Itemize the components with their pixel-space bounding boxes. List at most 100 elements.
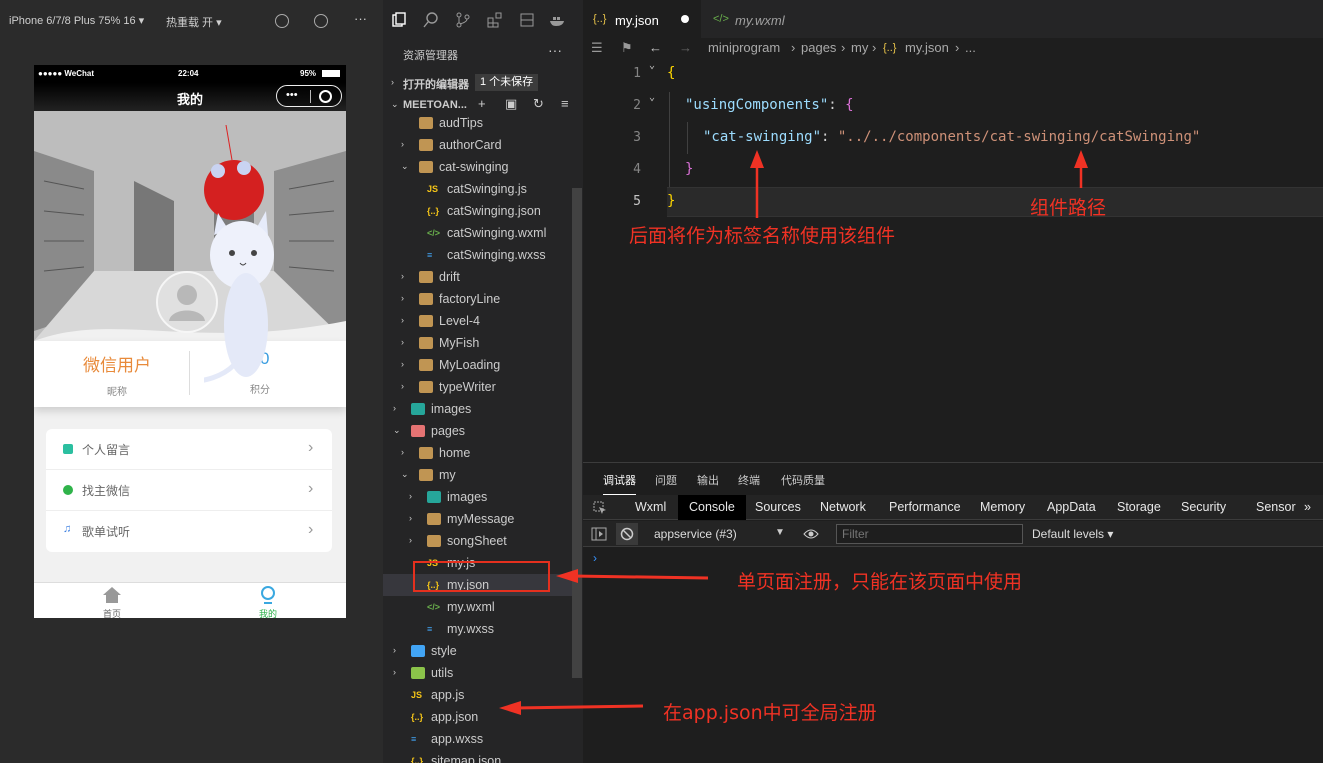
fold-chevron-icon[interactable]: ⌄ xyxy=(649,60,655,71)
tree-item[interactable]: › Level-4 xyxy=(383,310,573,332)
tree-item[interactable]: ⌄ pages xyxy=(383,420,573,442)
tab-mine[interactable]: 我的 xyxy=(190,583,346,618)
chevron-right-icon[interactable]: › xyxy=(401,337,404,347)
fold-chevron-icon[interactable]: ⌄ xyxy=(649,92,655,103)
log-levels-select[interactable]: Default levels ▾ xyxy=(1032,527,1113,541)
simulator-more-icon[interactable]: ··· xyxy=(354,11,367,26)
open-editors-section[interactable]: › 打开的编辑器 1 个未保存 xyxy=(383,72,583,94)
chevron-right-icon[interactable]: › xyxy=(409,535,412,545)
sidebar-toggle-icon[interactable] xyxy=(591,526,607,542)
tree-item[interactable]: › authorCard xyxy=(383,134,573,156)
breadcrumb-item[interactable]: miniprogram xyxy=(708,40,780,55)
source-control-icon[interactable] xyxy=(455,12,471,28)
chevron-right-icon[interactable]: › xyxy=(401,315,404,325)
tab-sources[interactable]: Sources xyxy=(744,495,812,520)
tree-item[interactable]: › songSheet xyxy=(383,530,573,552)
code-editor[interactable]: 1 2 3 4 5 ⌄ ⌄ { "usingComponents": { "ca… xyxy=(583,60,1323,462)
bookmark-icon[interactable]: ⚑ xyxy=(621,40,633,56)
chevron-down-icon[interactable]: ▼ xyxy=(775,527,785,538)
tree-item[interactable]: JS catSwinging.js xyxy=(383,178,573,200)
chevron-right-icon[interactable]: › xyxy=(401,293,404,303)
new-folder-icon[interactable]: ▣ xyxy=(505,97,519,111)
tab-my-json[interactable]: {..} my.json xyxy=(583,0,701,38)
chevron-down-icon[interactable]: ⌄ xyxy=(401,469,409,480)
search-icon[interactable] xyxy=(423,12,439,28)
console-prompt-icon[interactable]: › xyxy=(593,551,597,565)
tab-wxml[interactable]: Wxml xyxy=(624,495,677,520)
tab-my-wxml[interactable]: </> my.wxml xyxy=(703,0,821,38)
tree-item[interactable]: audTips xyxy=(383,116,573,134)
tab-console[interactable]: Console xyxy=(678,495,746,520)
explorer-scrollbar[interactable] xyxy=(572,188,582,678)
project-section[interactable]: ⌄ MEETOAN... + ▣ ↻ ≡ xyxy=(383,94,583,116)
tree-item[interactable]: › images xyxy=(383,486,573,508)
tab-storage[interactable]: Storage xyxy=(1106,495,1172,520)
tree-item[interactable]: › factoryLine xyxy=(383,288,573,310)
clear-console-button[interactable] xyxy=(616,523,638,545)
tree-item[interactable]: ≡ app.wxss xyxy=(383,728,573,750)
docker-icon[interactable] xyxy=(549,12,565,28)
menu-item-messages[interactable]: 个人留言 › xyxy=(46,429,332,470)
tab-appdata[interactable]: AppData xyxy=(1036,495,1107,520)
forward-arrow-icon[interactable]: → xyxy=(679,40,692,55)
tab-code-quality[interactable]: 代码质量 xyxy=(781,472,825,488)
tree-item[interactable]: › style xyxy=(383,640,573,662)
tab-sensor[interactable]: Sensor xyxy=(1245,495,1307,520)
tree-item[interactable]: ⌄ my xyxy=(383,464,573,486)
tree-item[interactable]: {..} catSwinging.json xyxy=(383,200,573,222)
tree-item[interactable]: JS app.js xyxy=(383,684,573,706)
refresh-explorer-icon[interactable]: ↻ xyxy=(533,97,547,111)
chevron-right-icon[interactable]: › xyxy=(401,447,404,457)
device-select[interactable]: iPhone 6/7/8 Plus 75% 16 ▾ xyxy=(9,14,144,27)
hotreload-toggle[interactable]: 热重载 开 ▾ xyxy=(166,14,222,30)
chevron-right-icon[interactable]: › xyxy=(393,645,396,655)
chevron-right-icon[interactable]: › xyxy=(393,667,396,677)
chevron-right-icon[interactable]: › xyxy=(409,491,412,501)
tree-item[interactable]: › MyLoading xyxy=(383,354,573,376)
tree-item[interactable]: {..} app.json xyxy=(383,706,573,728)
tab-problems[interactable]: 问题 xyxy=(655,472,677,488)
stop-icon[interactable] xyxy=(314,14,328,28)
menu-item-songs[interactable]: ♫ 歌单试听 › xyxy=(46,511,332,552)
tab-debugger[interactable]: 调试器 xyxy=(603,472,636,495)
tree-item[interactable]: {..} sitemap.json xyxy=(383,750,573,763)
storage-icon[interactable] xyxy=(519,12,535,28)
tree-item[interactable]: ≡ my.wxss xyxy=(383,618,573,640)
more-tabs-icon[interactable]: » xyxy=(1300,495,1315,520)
unsaved-dot-icon[interactable] xyxy=(681,15,689,23)
breadcrumb-item[interactable]: pages xyxy=(801,40,836,55)
extensions-icon[interactable] xyxy=(487,12,503,28)
chevron-right-icon[interactable]: › xyxy=(401,381,404,391)
capsule-more-icon[interactable]: ••• xyxy=(286,89,298,101)
tree-item[interactable]: › MyFish xyxy=(383,332,573,354)
tree-item[interactable]: › utils xyxy=(383,662,573,684)
menu-capsule[interactable]: ••• xyxy=(276,85,342,107)
chevron-right-icon[interactable]: › xyxy=(401,359,404,369)
back-arrow-icon[interactable]: ← xyxy=(649,40,662,55)
tab-memory[interactable]: Memory xyxy=(969,495,1036,520)
chevron-down-icon[interactable]: ⌄ xyxy=(401,161,409,172)
refresh-icon[interactable] xyxy=(275,14,289,28)
capsule-close-icon[interactable] xyxy=(319,90,332,103)
tree-item[interactable]: </> my.wxml xyxy=(383,596,573,618)
tab-home[interactable]: 首页 xyxy=(34,583,190,618)
eye-icon[interactable] xyxy=(803,528,819,540)
inspect-element-icon[interactable] xyxy=(593,501,607,515)
chevron-right-icon[interactable]: › xyxy=(401,271,404,281)
files-icon[interactable] xyxy=(391,12,407,28)
breadcrumb-item[interactable]: ... xyxy=(965,40,976,55)
context-select[interactable]: appservice (#3) xyxy=(654,527,737,541)
menu-item-wechat[interactable]: 找主微信 › xyxy=(46,470,332,511)
explorer-more-icon[interactable]: ··· xyxy=(548,42,562,58)
breadcrumb-item[interactable]: my.json xyxy=(905,40,949,55)
console-filter-input[interactable] xyxy=(836,524,1023,544)
chevron-right-icon[interactable]: › xyxy=(401,139,404,149)
tree-item[interactable]: › images xyxy=(383,398,573,420)
tree-item[interactable]: ⌄ cat-swinging xyxy=(383,156,573,178)
chevron-right-icon[interactable]: › xyxy=(409,513,412,523)
tab-terminal[interactable]: 终端 xyxy=(738,472,760,488)
tab-output[interactable]: 输出 xyxy=(697,472,719,488)
chevron-right-icon[interactable]: › xyxy=(393,403,396,413)
tree-item[interactable]: › home xyxy=(383,442,573,464)
breadcrumb-item[interactable]: my xyxy=(851,40,868,55)
